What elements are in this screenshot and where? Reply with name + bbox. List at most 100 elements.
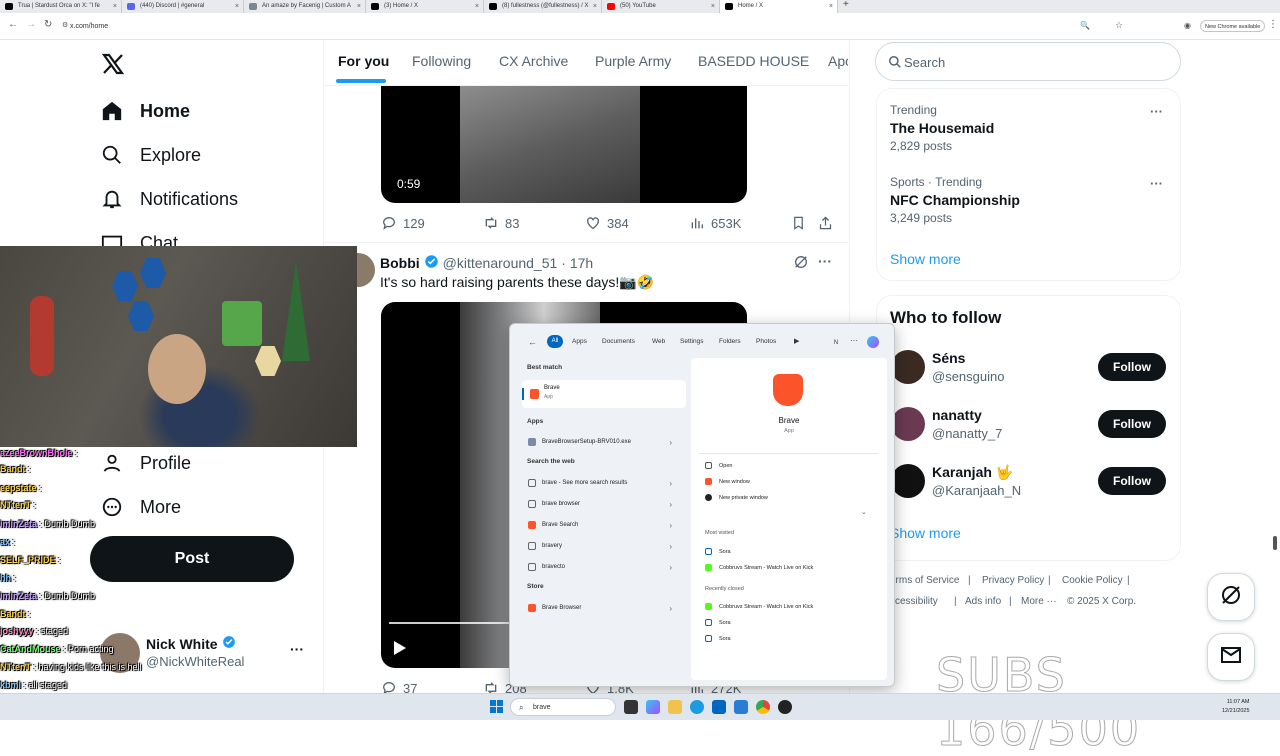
close-tab-icon[interactable]: × (829, 0, 833, 13)
footer-cookie-link[interactable]: Cookie Policy (1062, 575, 1123, 586)
like-button[interactable]: 384 (585, 215, 629, 231)
menu-dots-icon[interactable]: ··· (850, 336, 858, 345)
video-player[interactable]: 0:59 (381, 86, 747, 203)
file-explorer-icon[interactable] (668, 700, 682, 714)
nav-more[interactable]: More (100, 493, 181, 521)
app-result[interactable]: BraveBrowserSetup-BRV010.exe › (528, 434, 678, 450)
recently-closed-item[interactable]: Cobbruvs Stream - Watch Live on Kick (705, 603, 813, 610)
zoom-icon[interactable]: 🔍 (1080, 21, 1090, 30)
filter-documents[interactable]: Documents (602, 338, 635, 345)
task-view-icon[interactable] (624, 700, 638, 714)
nav-profile[interactable]: Profile (100, 449, 191, 477)
browser-tab[interactable]: (3) Home / X × (366, 0, 484, 13)
avatar[interactable] (891, 464, 925, 498)
taskbar-search[interactable]: ⌕ brave (510, 698, 616, 716)
avatar[interactable] (891, 407, 925, 441)
web-result[interactable]: bravery › (528, 538, 678, 554)
edge-icon[interactable] (690, 700, 704, 714)
profile-icon[interactable]: ◉ (1184, 21, 1191, 30)
filter-apps[interactable]: Apps (572, 338, 587, 345)
x-logo-icon[interactable] (101, 52, 125, 81)
video-progress-bar[interactable] (389, 622, 517, 624)
bookmark-star-icon[interactable]: ☆ (1115, 20, 1123, 31)
repost-button[interactable]: 83 (483, 215, 519, 231)
suggestion-name[interactable]: Karanjah 🤟 (932, 464, 1013, 481)
browser-tab-active[interactable]: Home / X × (720, 0, 838, 13)
reply-button[interactable]: 129 (381, 215, 425, 231)
trend-title[interactable]: NFC Championship (890, 192, 1020, 208)
close-tab-icon[interactable]: × (357, 0, 361, 13)
page-scrollbar[interactable] (1273, 536, 1277, 550)
obs-icon[interactable] (778, 700, 792, 714)
expand-chevron-icon[interactable]: ⌄ (861, 508, 867, 516)
follow-button[interactable]: Follow (1098, 467, 1166, 495)
post-time[interactable]: · 17h (561, 255, 593, 271)
browser-tab[interactable]: (50) YouTube × (602, 0, 720, 13)
close-tab-icon[interactable]: × (475, 0, 479, 13)
browser-tab[interactable]: An amaze by Facenig | Custom A × (244, 0, 366, 13)
grok-fab[interactable] (1207, 573, 1255, 621)
web-result[interactable]: brave - See more search results › (528, 475, 678, 491)
footer-terms-link[interactable]: erms of Service (890, 575, 959, 586)
new-tab-icon[interactable]: + (843, 0, 849, 10)
filter-settings[interactable]: Settings (680, 338, 704, 345)
app-icon[interactable] (734, 700, 748, 714)
footer-privacy-link[interactable]: Privacy Policy (982, 575, 1044, 586)
address-bar[interactable]: x.com/home (70, 19, 1090, 34)
copilot-icon[interactable] (867, 336, 879, 348)
browser-tab[interactable]: Trua | Stardust Orca on X: "I fe × (0, 0, 122, 13)
close-tab-icon[interactable]: × (235, 0, 239, 13)
tab-for-you[interactable]: For you (338, 53, 389, 69)
filter-folders[interactable]: Folders (719, 338, 741, 345)
nav-explore[interactable]: Explore (100, 141, 201, 169)
post-author[interactable]: Bobbi (380, 255, 420, 271)
more-filters-icon[interactable]: ▶ (794, 337, 799, 345)
most-visited-item[interactable]: Cobbruvs Stream - Watch Live on Kick (705, 564, 813, 571)
trend-title[interactable]: The Housemaid (890, 120, 994, 136)
nav-home[interactable]: Home (100, 97, 190, 125)
new-chrome-available-button[interactable]: New Chrome available (1200, 20, 1266, 32)
show-more-trends-link[interactable]: Show more (890, 251, 961, 267)
suggestion-name[interactable]: Séns (932, 350, 965, 366)
bookmark-icon[interactable] (791, 215, 806, 236)
tab-basedd-house[interactable]: BASEDD HOUSE (698, 53, 809, 69)
web-result[interactable]: Brave Search › (528, 517, 678, 533)
windows-start-icon[interactable] (490, 700, 504, 719)
store-icon[interactable] (712, 700, 726, 714)
recently-closed-item[interactable]: Sora (705, 635, 731, 642)
trend-menu-icon[interactable]: ··· (1150, 176, 1163, 191)
close-tab-icon[interactable]: × (593, 0, 597, 13)
tab-cx-archive[interactable]: CX Archive (499, 53, 568, 69)
forward-icon[interactable]: → (26, 19, 36, 30)
share-icon[interactable] (818, 215, 833, 236)
web-result[interactable]: brave browser › (528, 496, 678, 512)
nav-notifications[interactable]: Notifications (100, 185, 238, 213)
web-result[interactable]: bravecto › (528, 559, 678, 575)
filter-all[interactable]: All (547, 335, 563, 348)
browser-tab[interactable]: (440) Discord | #general × (122, 0, 244, 13)
action-new-window[interactable]: New window (705, 478, 750, 485)
suggestion-name[interactable]: nanatty (932, 407, 982, 423)
action-open[interactable]: Open (705, 462, 732, 469)
close-tab-icon[interactable]: × (711, 0, 715, 13)
post-handle[interactable]: @kittenaround_51 (443, 255, 558, 271)
filter-photos[interactable]: Photos (756, 338, 776, 345)
copilot-icon[interactable] (646, 700, 660, 714)
best-match-item[interactable]: Brave App (522, 380, 686, 408)
trend-menu-icon[interactable]: ··· (1150, 104, 1163, 119)
account-menu-icon[interactable]: ··· (290, 641, 304, 657)
post-button[interactable]: Post (90, 536, 294, 582)
browser-menu-icon[interactable]: ⋮ (1268, 19, 1278, 30)
close-tab-icon[interactable]: × (113, 0, 117, 13)
follow-button[interactable]: Follow (1098, 410, 1166, 438)
reload-icon[interactable]: ↻ (44, 19, 52, 30)
site-info-icon[interactable]: ⚙ (62, 21, 68, 29)
tab-apo[interactable]: Apo (828, 53, 848, 69)
search-box[interactable]: Search (875, 42, 1181, 81)
recently-closed-item[interactable]: Sora (705, 619, 731, 626)
footer-more-link[interactable]: More ··· (1021, 596, 1057, 607)
user-initial[interactable]: N (830, 337, 842, 349)
back-icon[interactable]: ← (8, 19, 18, 30)
system-clock[interactable]: 11:07 AM 12/21/2025 (1222, 698, 1250, 716)
follow-button[interactable]: Follow (1098, 353, 1166, 381)
